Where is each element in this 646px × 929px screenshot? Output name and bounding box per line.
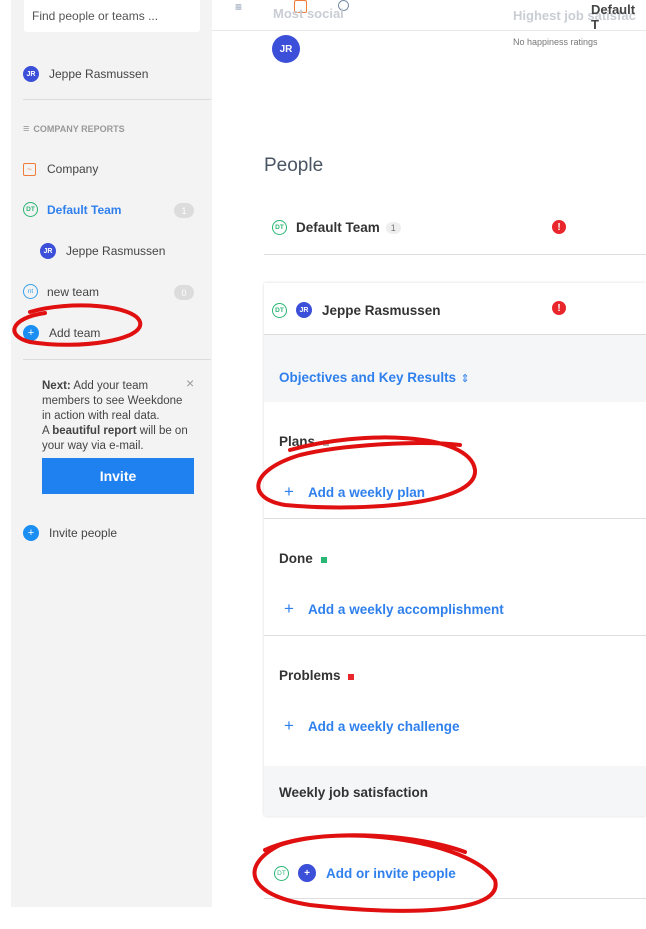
team-name: Default Team xyxy=(296,220,380,235)
sidebar-item-label: new team xyxy=(47,284,100,299)
expand-icon: ⇕ xyxy=(460,373,470,385)
sidebar-item-label: Jeppe Rasmussen xyxy=(66,244,166,258)
team-row[interactable]: DT Default Team 1 xyxy=(272,220,401,235)
job-satisfaction-label: Weekly job satisfaction xyxy=(279,785,429,800)
add-weekly-challenge-button[interactable]: + Add a weekly challenge xyxy=(284,716,460,736)
most-social-label[interactable]: Most social xyxy=(273,6,344,21)
plus-icon: + xyxy=(284,482,294,501)
plans-title: Plans xyxy=(279,434,329,449)
sidebar-item-member[interactable]: JR Jeppe Rasmussen xyxy=(40,243,165,259)
done-title: Done xyxy=(279,551,327,566)
sidebar-item-default-team[interactable]: DT Default Team xyxy=(23,202,121,217)
team-icon: DT xyxy=(23,202,38,217)
add-person-icon: + xyxy=(298,864,316,882)
sidebar-user-name: Jeppe Rasmussen xyxy=(49,67,149,81)
plans-marker xyxy=(322,440,329,446)
done-marker xyxy=(320,557,327,563)
avatar: JR xyxy=(23,66,39,82)
add-team-label: Add team xyxy=(49,326,101,340)
default-team-tab[interactable]: Default T xyxy=(591,2,646,32)
team-icon: DT xyxy=(272,302,287,318)
okr-toggle[interactable]: Objectives and Key Results ⇕ xyxy=(279,369,470,387)
company-reports-header: ≡ COMPANY REPORTS xyxy=(23,123,125,135)
team-icon: DT xyxy=(272,220,287,235)
plus-icon: + xyxy=(284,716,294,735)
sidebar-divider xyxy=(23,99,211,100)
invite-people-button[interactable]: + Invite people xyxy=(23,525,117,541)
avatar: JR xyxy=(272,35,300,63)
avatar: JR xyxy=(40,243,56,259)
person-name: Jeppe Rasmussen xyxy=(322,302,441,318)
no-ratings-text: No happiness ratings xyxy=(513,37,598,47)
problems-title: Problems xyxy=(279,668,355,683)
divider xyxy=(264,898,646,899)
problems-marker xyxy=(348,674,355,680)
divider xyxy=(264,254,646,255)
sidebar-item-label: Default Team xyxy=(47,202,122,217)
next-hint: Next: Add your team members to see Weekd… xyxy=(42,380,188,452)
count-badge: 1 xyxy=(174,203,194,218)
plus-icon: + xyxy=(284,599,294,618)
divider xyxy=(264,635,646,636)
sidebar-divider xyxy=(23,359,211,360)
team-icon: DT xyxy=(274,865,289,881)
count-badge: 1 xyxy=(385,221,401,234)
avatar: JR xyxy=(296,302,312,318)
alert-icon: ! xyxy=(552,301,566,315)
team-icon: nt xyxy=(23,284,38,299)
people-view-icon[interactable]: ≡ xyxy=(235,0,242,14)
chart-icon: ~ xyxy=(23,162,36,176)
invite-button[interactable]: Invite xyxy=(42,458,194,494)
sidebar: Find people or teams ... JR Jeppe Rasmus… xyxy=(11,0,212,907)
search-input[interactable]: Find people or teams ... xyxy=(24,0,200,32)
sidebar-user[interactable]: JR Jeppe Rasmussen xyxy=(23,66,148,82)
add-weekly-accomplishment-button[interactable]: + Add a weekly accomplishment xyxy=(284,599,504,619)
page-title: People xyxy=(264,155,324,176)
count-badge: 0 xyxy=(174,285,194,300)
list-icon: ≡ xyxy=(23,123,30,135)
plus-icon: + xyxy=(23,525,39,541)
invite-people-label: Invite people xyxy=(49,526,118,540)
main-content: ≡ Most social JR Highest job satisfac No… xyxy=(212,0,646,929)
alert-icon: ! xyxy=(552,220,566,234)
sidebar-item-company[interactable]: ~ Company xyxy=(23,162,98,176)
search-placeholder: Find people or teams ... xyxy=(32,9,159,23)
add-or-invite-people-button[interactable]: DT + Add or invite people xyxy=(274,864,456,882)
plus-icon: + xyxy=(23,325,39,341)
sidebar-item-new-team[interactable]: nt new team xyxy=(23,284,99,299)
person-row[interactable]: DT JR Jeppe Rasmussen xyxy=(272,302,441,318)
okr-bar xyxy=(264,334,646,402)
sidebar-item-label: Company xyxy=(47,162,99,176)
add-invite-label: Add or invite people xyxy=(326,865,456,881)
add-team-button[interactable]: + Add team xyxy=(23,325,100,341)
divider xyxy=(264,518,646,519)
add-weekly-plan-button[interactable]: + Add a weekly plan xyxy=(284,482,425,502)
